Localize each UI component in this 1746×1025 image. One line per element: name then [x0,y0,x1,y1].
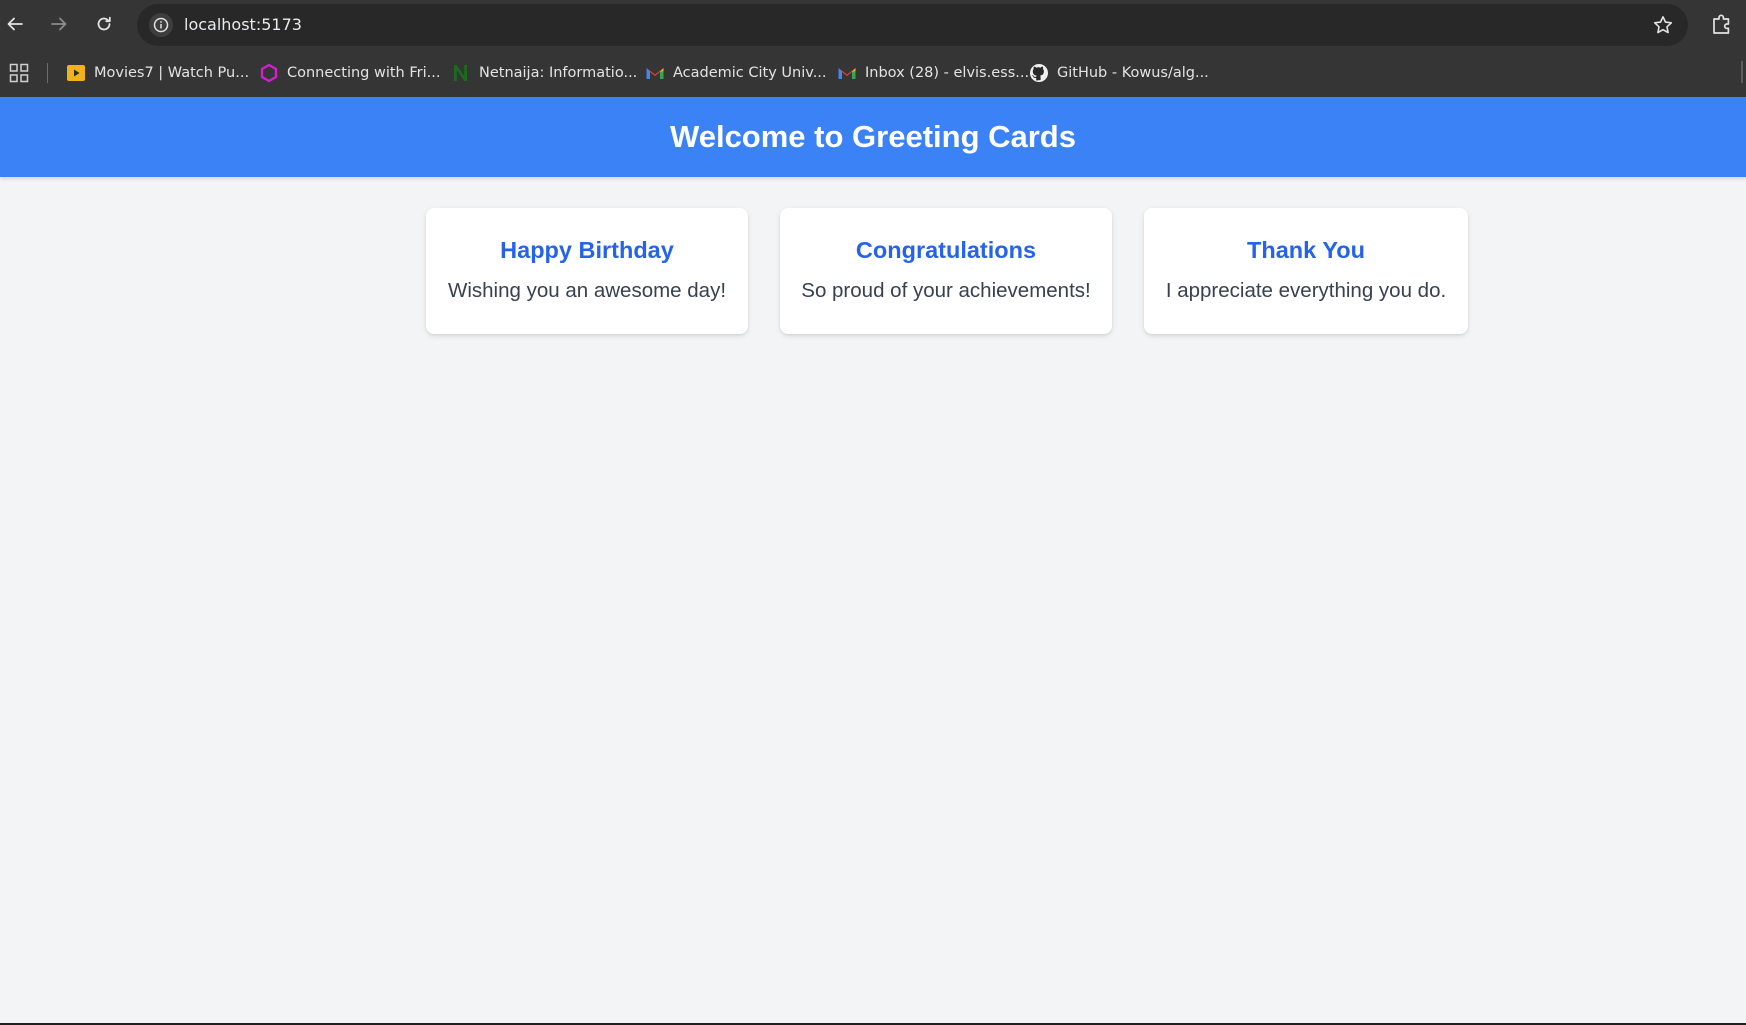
bookmark-netnaija[interactable]: Netnaija: Informatio... [451,59,637,87]
site-info-icon[interactable] [149,13,173,37]
movies7-favicon-icon [66,63,86,83]
gmail-favicon-icon [645,63,665,83]
page-header: Welcome to Greeting Cards [0,97,1746,177]
ring-favicon-icon [259,63,279,83]
puzzle-icon [1713,14,1730,34]
gmail-favicon-icon [837,63,857,83]
bookmarks-overflow-edge [1741,61,1743,83]
bookmark-star-icon[interactable] [1652,14,1674,36]
page-viewport: Welcome to Greeting Cards Happy Birthday… [0,97,1746,1025]
netnaija-favicon-icon [451,63,471,83]
back-button[interactable] [0,9,30,39]
bookmarks-divider [47,63,48,83]
bookmark-movies7[interactable]: Movies7 | Watch Pu... [66,59,249,87]
card-message: Wishing you an awesome day! [447,279,727,302]
card-thank-you: Thank You I appreciate everything you do… [1144,208,1468,334]
card-congratulations: Congratulations So proud of your achieve… [780,208,1112,334]
bookmark-github[interactable]: GitHub - Kowus/alg... [1029,59,1209,87]
forward-button[interactable] [44,9,74,39]
cards-container: Happy Birthday Wishing you an awesome da… [0,208,1746,334]
bookmark-inbox[interactable]: Inbox (28) - elvis.ess... [837,59,1029,87]
arrow-left-icon [7,17,23,31]
bookmark-connecting[interactable]: Connecting with Fri... [259,59,440,87]
apps-grid-icon[interactable] [9,63,29,83]
address-bar[interactable]: localhost:5173 [137,4,1688,46]
extensions-button[interactable] [1709,11,1735,37]
url-text[interactable]: localhost:5173 [184,4,302,46]
bookmark-academic-city[interactable]: Academic City Univ... [645,59,827,87]
card-message: So proud of your achievements! [801,279,1091,302]
card-title: Congratulations [855,237,1037,263]
browser-toolbar: localhost:5173 [0,0,1746,49]
card-title: Happy Birthday [500,237,674,263]
bookmarks-bar: Movies7 | Watch Pu... Connecting with Fr… [0,49,1746,97]
card-happy-birthday: Happy Birthday Wishing you an awesome da… [426,208,748,334]
arrow-right-icon [51,17,67,31]
reload-icon [97,16,111,31]
page-title: Welcome to Greeting Cards [670,119,1076,154]
card-title: Thank You [1247,237,1365,263]
github-favicon-icon [1029,63,1049,83]
reload-button[interactable] [89,9,119,39]
card-message: I appreciate everything you do. [1165,279,1447,302]
